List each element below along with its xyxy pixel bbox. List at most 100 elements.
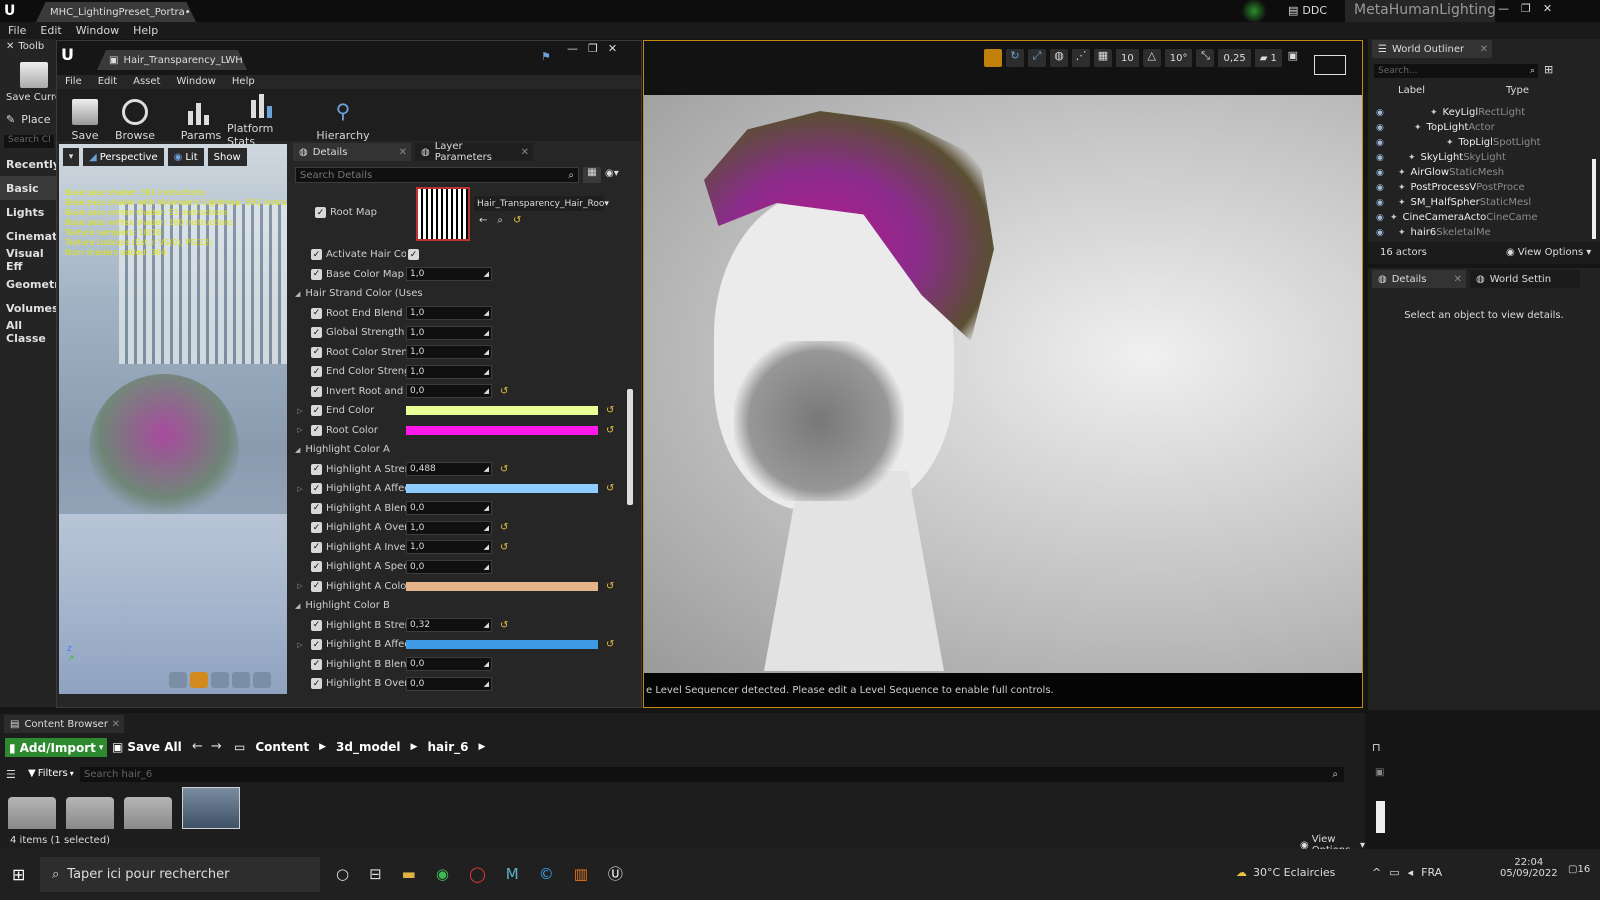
file-explorer-icon[interactable]: ▬ <box>402 865 416 883</box>
override-checkbox[interactable]: ✓ <box>311 561 322 572</box>
parameter-value-input[interactable]: 0,0 ◢ <box>406 676 492 691</box>
preview-mesh-icon[interactable] <box>253 672 271 688</box>
mat-menu-help[interactable]: Help <box>232 76 255 87</box>
winrar-icon[interactable]: ▥ <box>574 865 588 883</box>
use-selected-icon[interactable]: ← <box>479 215 487 226</box>
parameter-value-input[interactable]: 1,0 ◢ <box>406 364 492 379</box>
metahuman-app-icon[interactable]: M <box>506 865 519 883</box>
override-checkbox[interactable]: ✓ <box>311 483 322 494</box>
override-checkbox[interactable]: ✓ <box>311 366 322 377</box>
drag-handle-icon[interactable]: ◢ <box>484 329 489 337</box>
expand-arrow-icon[interactable]: ▷ <box>289 582 311 590</box>
menu-file[interactable]: File <box>8 24 26 37</box>
chrome-icon[interactable]: ◉ <box>436 865 449 883</box>
folder-icon[interactable] <box>124 797 172 829</box>
material-tab[interactable]: ▣ Hair_Transparency_LWH• <box>97 50 247 70</box>
override-checkbox[interactable]: ✓ <box>311 541 322 553</box>
place-tab[interactable]: ✎ Place <box>6 113 50 126</box>
reset-icon[interactable]: ↺ <box>500 386 508 397</box>
close-icon[interactable]: ✕ <box>608 42 617 55</box>
category-label[interactable]: Hair Strand Color (Uses <box>305 288 422 299</box>
override-checkbox[interactable]: ✓ <box>311 268 322 280</box>
save-current-label[interactable]: Save Curre <box>6 92 61 103</box>
override-checkbox[interactable]: ✓ <box>311 346 322 358</box>
save-current-icon[interactable] <box>20 62 48 88</box>
override-checkbox[interactable]: ✓ <box>311 522 322 533</box>
viewport-options-dropdown[interactable]: ▾ <box>63 148 79 166</box>
notification-button[interactable]: ▢ 16 <box>1568 864 1590 875</box>
add-filter-icon[interactable]: ⊞ <box>1544 63 1553 76</box>
tab-world-settings[interactable]: ◍ World Settin <box>1470 270 1580 288</box>
viewport-layout-icon[interactable] <box>1314 55 1346 75</box>
reset-icon[interactable]: ↺ <box>500 542 508 553</box>
save-button[interactable]: Save <box>61 98 109 142</box>
surface-snap-icon[interactable]: ⋰ <box>1072 49 1090 67</box>
reset-icon[interactable]: ↺ <box>500 522 508 533</box>
parameter-value-input[interactable]: 1,0 ◢ <box>406 306 492 320</box>
toolbar-tab[interactable]: ✕ Toolb <box>6 41 44 52</box>
visibility-eye-icon[interactable]: ◉ <box>1376 198 1390 208</box>
override-checkbox[interactable]: ✓ <box>311 307 322 319</box>
outliner-row[interactable]: ◉ ✦ SkyLight SkyLight <box>1368 150 1590 165</box>
mat-menu-asset[interactable]: Asset <box>133 76 160 87</box>
parameter-value-input[interactable]: 0,0 ◢ <box>406 501 492 515</box>
menu-help[interactable]: Help <box>133 24 158 37</box>
scale-snap-icon[interactable]: ⤡ <box>1196 49 1215 67</box>
outliner-row[interactable]: ◉ ✦ SM_HalfSpher StaticMesl <box>1368 195 1590 210</box>
category-visual-effects[interactable]: Visual Eff <box>0 247 56 273</box>
root-map-asset-picker[interactable]: Hair_Transparency_Hair_Roo ▾ <box>474 196 609 211</box>
reset-icon[interactable]: ↺ <box>513 215 521 226</box>
selected-asset-thumbnail[interactable] <box>182 787 240 829</box>
visibility-eye-icon[interactable]: ◉ <box>1376 108 1390 118</box>
close-icon[interactable]: ✕ <box>1543 2 1552 15</box>
weather-widget[interactable]: ☁ 30°C Eclaircies <box>1236 866 1335 879</box>
forward-arrow-icon[interactable]: → <box>211 739 222 754</box>
override-checkbox[interactable]: ✓ <box>311 405 322 416</box>
browse-asset-icon[interactable]: ⌕ <box>497 215 503 226</box>
category-lights[interactable]: Lights <box>0 200 56 224</box>
back-arrow-icon[interactable]: ← <box>192 739 203 754</box>
eye-icon[interactable]: ◉▾ <box>605 168 619 179</box>
parameter-value-input[interactable]: 1,0 ◢ <box>406 540 492 554</box>
category-label[interactable]: Highlight Color B <box>305 600 389 611</box>
close-icon[interactable]: ✕ <box>1480 44 1488 55</box>
breadcrumb-content[interactable]: Content <box>255 740 309 754</box>
platform-stats-button[interactable]: Platform Stats <box>227 92 301 148</box>
expand-arrow-icon[interactable]: ▷ <box>289 426 311 434</box>
override-checkbox[interactable]: ✓ <box>311 463 322 475</box>
browse-button[interactable]: Browse <box>111 98 159 142</box>
preview-sphere-icon[interactable] <box>190 672 208 688</box>
hierarchy-button[interactable]: ⚲ Hierarchy <box>313 99 373 142</box>
mat-menu-window[interactable]: Window <box>176 76 215 87</box>
override-checkbox[interactable]: ✓ <box>311 385 322 397</box>
reset-icon[interactable]: ↺ <box>606 581 614 592</box>
clock[interactable]: 22:04 05/09/2022 <box>1500 857 1558 879</box>
outliner-row[interactable]: ◉ ✦ TopLight Actor <box>1368 120 1590 135</box>
material-preview-viewport[interactable]: Base pass shader: 391 instructions Base … <box>59 144 287 694</box>
drag-handle-icon[interactable]: ◢ <box>484 660 489 668</box>
category-geometry[interactable]: Geometry <box>0 272 67 296</box>
close-icon[interactable]: ✕ <box>399 147 407 158</box>
save-search-icon[interactable]: ▣ <box>1375 767 1384 778</box>
parameter-value-input[interactable]: 0,0 ◢ <box>406 657 492 671</box>
grid-size-value[interactable]: 10 <box>1116 49 1139 67</box>
preview-plane-icon[interactable] <box>211 672 229 688</box>
expand-arrow-icon[interactable]: ◢ <box>295 602 300 610</box>
reset-icon[interactable]: ↺ <box>606 639 614 650</box>
outliner-scrollbar[interactable] <box>1592 159 1596 239</box>
level-viewport[interactable]: ↻ ⤢ ◍ ⋰ ▦ 10 △ 10° ⤡ 0,25 ▰ 1 ▣ e Level S… <box>643 40 1363 708</box>
scale-icon[interactable]: ⤢ <box>1028 49 1046 67</box>
tab-content-browser[interactable]: ▤ Content Browser ✕ <box>4 715 124 733</box>
params-button[interactable]: Params <box>177 99 225 142</box>
minimize-icon[interactable]: — <box>1498 2 1509 15</box>
cortana-icon[interactable]: ○ <box>336 865 349 883</box>
tab-layer-parameters[interactable]: ◍ Layer Parameters ✕ <box>415 141 533 163</box>
details-search-input[interactable]: Search Details ⌕ <box>295 167 579 183</box>
visibility-eye-icon[interactable]: ◉ <box>1376 183 1390 193</box>
color-swatch[interactable] <box>406 425 598 435</box>
visibility-eye-icon[interactable]: ◉ <box>1376 123 1390 133</box>
property-matrix-icon[interactable]: ▦ <box>583 167 601 183</box>
category-label[interactable]: Highlight Color A <box>305 444 389 455</box>
expand-arrow-icon[interactable]: ◢ <box>295 290 300 298</box>
preview-cylinder-icon[interactable] <box>169 672 187 688</box>
